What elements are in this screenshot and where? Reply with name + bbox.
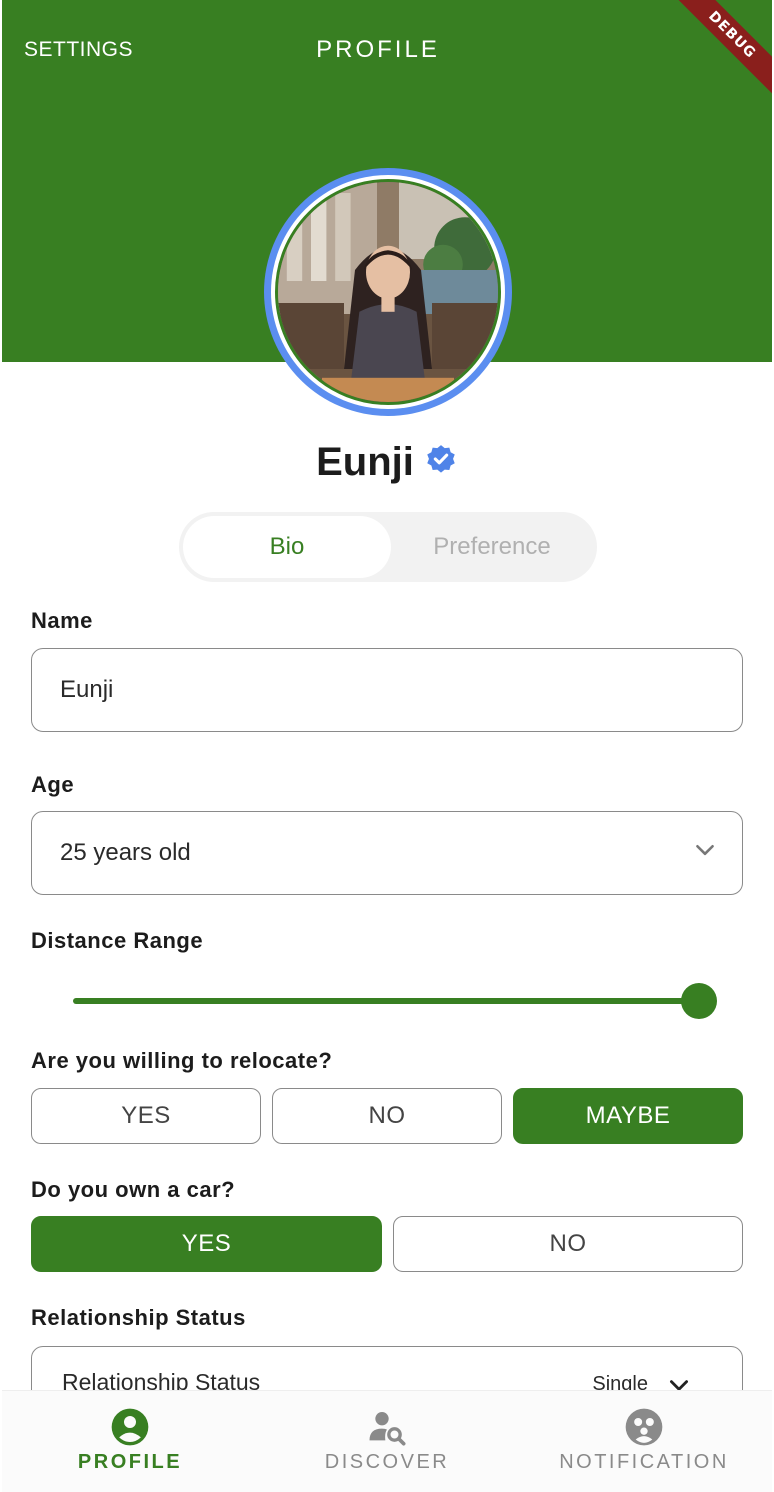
bio-preference-toggle: Bio Preference <box>179 512 597 582</box>
profile-name: Eunji <box>316 440 414 484</box>
relocate-no-button[interactable]: NO <box>272 1088 502 1144</box>
bottom-navigation: PROFILE DISCOVER NOTIFICATION <box>2 1390 772 1492</box>
person-search-icon <box>367 1407 407 1447</box>
profile-name-row: Eunji <box>2 440 772 485</box>
page-title: PROFILE <box>316 36 440 63</box>
name-field-value: Eunji <box>60 676 114 703</box>
verified-badge-icon <box>424 443 458 482</box>
car-no-button[interactable]: NO <box>393 1216 743 1272</box>
relocate-yes-button[interactable]: YES <box>31 1088 261 1144</box>
nav-discover[interactable]: DISCOVER <box>259 1391 515 1492</box>
nav-profile[interactable]: PROFILE <box>2 1391 258 1492</box>
nav-discover-label: DISCOVER <box>324 1451 450 1473</box>
tab-preference[interactable]: Preference <box>391 516 593 578</box>
distance-label: Distance Range <box>31 928 204 953</box>
relocate-maybe-button[interactable]: MAYBE <box>513 1088 743 1144</box>
distance-slider-track[interactable] <box>73 998 701 1004</box>
age-label: Age <box>31 772 75 797</box>
app-screen: SETTINGS PROFILE DEBUG Eunji Bio Prefere… <box>2 0 772 1492</box>
age-dropdown[interactable]: 25 years old <box>31 811 743 895</box>
relocate-label: Are you willing to relocate? <box>31 1048 333 1073</box>
distance-slider-thumb[interactable] <box>681 983 717 1019</box>
relationship-label: Relationship Status <box>31 1305 246 1330</box>
age-dropdown-value: 25 years old <box>60 839 191 866</box>
tab-bio[interactable]: Bio <box>183 516 391 578</box>
nav-notification-label: NOTIFICATION <box>559 1451 729 1473</box>
nav-notification[interactable]: NOTIFICATION <box>516 1391 772 1492</box>
nav-profile-label: PROFILE <box>77 1451 183 1473</box>
car-yes-button[interactable]: YES <box>31 1216 382 1272</box>
name-label: Name <box>31 608 93 633</box>
avatar-ring[interactable] <box>264 168 512 416</box>
chevron-down-icon <box>692 837 718 870</box>
car-label: Do you own a car? <box>31 1177 236 1202</box>
group-circle-icon <box>624 1407 664 1447</box>
name-field[interactable]: Eunji <box>31 648 743 732</box>
person-circle-icon <box>110 1407 150 1447</box>
avatar <box>275 179 501 405</box>
